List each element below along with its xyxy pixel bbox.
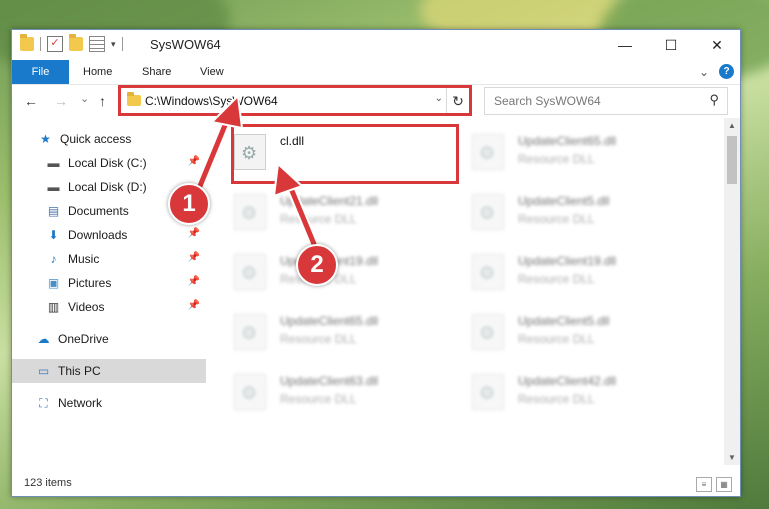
callout-step-2: 2 <box>296 244 338 286</box>
arrow-to-address-bar <box>195 93 244 191</box>
annotation-arrows <box>195 93 319 249</box>
callout-step-1: 1 <box>168 183 210 225</box>
arrow-to-file <box>272 161 319 249</box>
